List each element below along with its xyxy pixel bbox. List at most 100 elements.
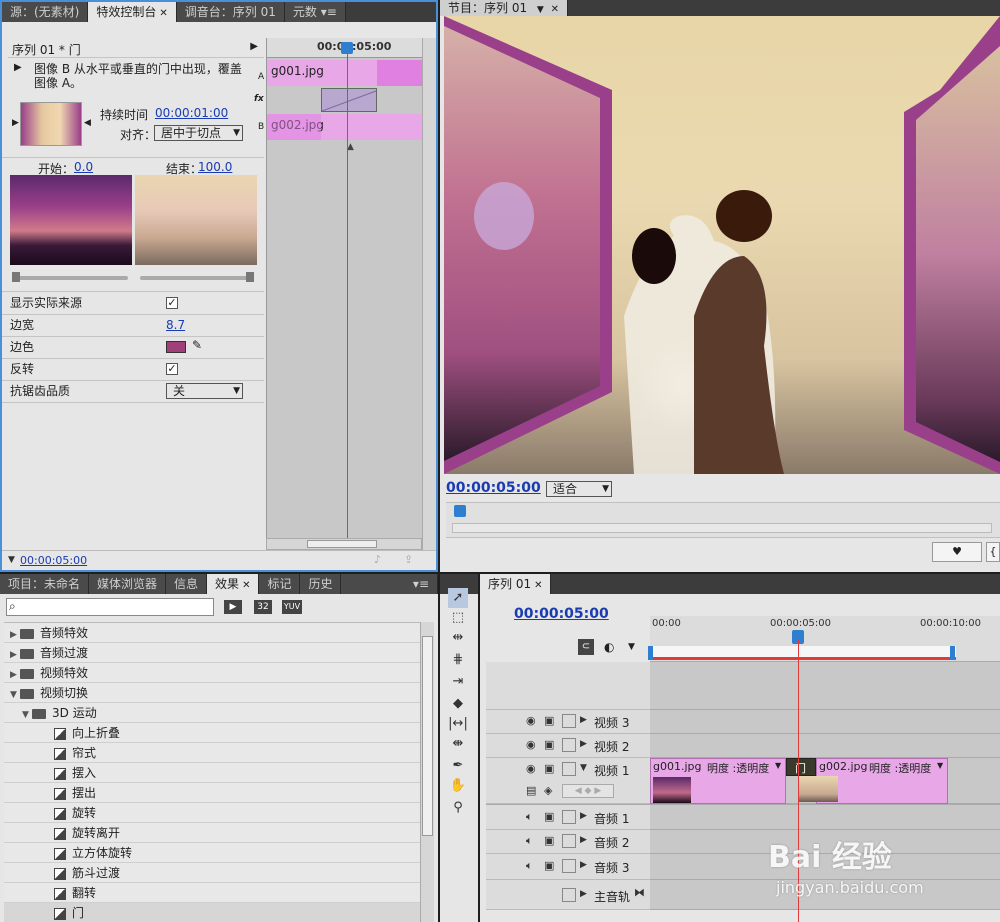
program-video-frame[interactable] [444, 16, 1000, 474]
effects-tree-item[interactable]: 摆出 [4, 783, 420, 803]
effects-tree-item[interactable]: 筋斗过渡 [4, 863, 420, 883]
program-scrub-track[interactable] [452, 523, 992, 533]
tab-program[interactable]: 节目：序列 01 ▼ ✕ [440, 0, 569, 16]
speaker-icon[interactable]: 🔈︎ [526, 834, 533, 848]
expand-track-icon[interactable]: ▶ [580, 811, 587, 821]
effects-scroll-thumb[interactable] [422, 636, 433, 836]
reverse-checkbox[interactable]: ✓ [166, 363, 178, 375]
align-dropdown[interactable]: 居中于切点 ▼ [154, 125, 243, 141]
track-header-audio2[interactable]: 🔈︎ ▣ ▶ 音频 2 [486, 830, 650, 854]
thumbnail-right-arrow[interactable]: ◀ [84, 118, 91, 128]
slide-tool-icon[interactable]: ⇼ [448, 734, 468, 754]
lock-box[interactable] [562, 738, 576, 752]
effects-tree-item[interactable]: 翻转 [4, 883, 420, 903]
mark-in-button[interactable]: { [986, 542, 1000, 562]
timeline-clip-g001[interactable]: g001.jpg 明度 :透明度 ▼ [650, 758, 786, 804]
program-scrub-bar[interactable] [446, 502, 1000, 538]
ec-playhead[interactable] [347, 44, 348, 544]
link-marker-icon[interactable]: ◐ [604, 640, 614, 654]
close-icon[interactable]: ✕ [534, 580, 542, 591]
effects-tree-item[interactable]: 摆入 [4, 763, 420, 783]
close-icon[interactable]: ✕ [551, 4, 559, 15]
chevron-down-icon[interactable]: ▼ [775, 761, 781, 770]
thumbnail-left-arrow[interactable]: ▶ [12, 118, 19, 128]
lock-box[interactable] [562, 859, 576, 873]
work-area-end[interactable] [950, 646, 955, 660]
expand-description-icon[interactable]: ▶ [14, 62, 22, 73]
track-header-video2[interactable]: ◉ ▣ ▶ 视频 2 [486, 734, 650, 758]
lock-box[interactable] [562, 714, 576, 728]
eye-icon[interactable]: ◉ [526, 762, 536, 775]
sync-lock-icon[interactable]: ▣ [544, 834, 554, 847]
effects-tree-item[interactable]: 向上折叠 [4, 723, 420, 743]
accelerated-effects-icon[interactable]: ▶ [224, 600, 242, 614]
collapse-track-icon[interactable]: ▼ [580, 763, 587, 773]
rolling-edit-tool-icon[interactable]: ⋕ [448, 650, 468, 670]
expand-icon[interactable]: ▶ [10, 665, 20, 685]
tab-history[interactable]: 历史 [300, 574, 342, 594]
track-header-video3[interactable]: ◉ ▣ ▶ 视频 3 [486, 710, 650, 734]
close-icon[interactable]: ✕ [159, 8, 167, 19]
eyedropper-icon[interactable]: ✎ [192, 338, 202, 352]
speaker-icon[interactable]: 🔈︎ [526, 810, 533, 824]
lock-box[interactable] [562, 762, 576, 776]
tab-media-browser[interactable]: 媒体浏览器 [89, 574, 167, 594]
show-actual-sources-checkbox[interactable]: ✓ [166, 297, 178, 309]
expand-track-icon[interactable]: ▶ [580, 835, 587, 845]
keyframe-nav[interactable]: ◀ ◆ ▶ [562, 784, 614, 798]
tab-sequence[interactable]: 序列 01 ✕ [480, 574, 552, 594]
panel-menu[interactable]: ▾≡ [341, 574, 438, 594]
timeline-timecode[interactable]: 00:00:05:00 [514, 606, 609, 622]
ec-playhead-handle[interactable] [341, 42, 353, 54]
collapse-icon[interactable]: ▼ [10, 685, 20, 705]
expand-track-icon[interactable]: ▶ [580, 889, 587, 899]
zoom-tool-icon[interactable]: ⚲ [448, 798, 468, 818]
lock-box[interactable] [562, 810, 576, 824]
track-select-tool-icon[interactable]: ⬚ [448, 608, 468, 628]
audio-scrub-icon[interactable]: ♪ [374, 553, 381, 566]
expand-track-icon[interactable]: ▶ [580, 860, 587, 870]
end-slider[interactable] [140, 276, 254, 280]
ec-scroll-thumb[interactable] [307, 540, 377, 548]
tab-source[interactable]: 源：(无素材) [2, 2, 89, 22]
hand-tool-icon[interactable]: ✋ [448, 776, 468, 796]
effects-vertical-scrollbar[interactable] [420, 622, 434, 922]
effects-search-input[interactable]: ⌕ [6, 598, 214, 616]
effects-tree-item[interactable]: ▶ 音频特效 [4, 623, 420, 643]
program-timecode[interactable]: 00:00:05:00 [446, 480, 541, 496]
export-icon[interactable]: ⇪ [404, 553, 413, 566]
timeline-ruler[interactable]: 00:00 00:00:05:00 00:00:10:00 [648, 616, 1000, 662]
fit-dropdown[interactable]: 适合 ▼ [546, 481, 612, 497]
effects-tree-item[interactable]: ▶ 音频过渡 [4, 643, 420, 663]
ec-transition-block[interactable] [321, 88, 377, 112]
expand-icon[interactable]: ▶ [10, 625, 20, 645]
work-area-bar[interactable] [650, 646, 956, 660]
32bit-effects-icon[interactable]: 32 [254, 600, 272, 614]
yuv-effects-icon[interactable]: YUV [282, 600, 302, 614]
panel-menu-icon[interactable]: ▾≡ [413, 577, 429, 591]
antialias-dropdown[interactable]: 关 ▼ [166, 383, 243, 399]
tab-effects[interactable]: 效果 ✕ [207, 574, 260, 594]
track-lane-video1[interactable]: g001.jpg 明度 :透明度 ▼ 门 g002.jpg 明度 :透明度 ▼ [650, 758, 1000, 804]
end-value[interactable]: 100.0 [198, 160, 232, 174]
add-marker-icon[interactable]: ▼ [628, 642, 635, 652]
tab-effect-controls[interactable]: 特效控制台 ✕ [88, 2, 177, 22]
add-marker-button[interactable]: ♥ [932, 542, 982, 562]
sync-lock-icon[interactable]: ▣ [544, 810, 554, 823]
track-header-master[interactable]: ▶ 主音轨 ⧓ [486, 880, 650, 910]
lock-box[interactable] [562, 834, 576, 848]
chevron-down-icon[interactable]: ▼ [937, 761, 943, 770]
program-playhead-handle[interactable] [454, 505, 466, 517]
timeline-transition-door[interactable]: 门 [786, 758, 816, 776]
effects-tree-item[interactable]: 立方体旋转 [4, 843, 420, 863]
ec-footer-timecode[interactable]: 00:00:05:00 [20, 554, 87, 567]
master-output-icon[interactable]: ⧓ [634, 886, 645, 899]
effects-tree-item[interactable]: ▶ 视频特效 [4, 663, 420, 683]
effects-tree-item[interactable]: 旋转离开 [4, 823, 420, 843]
lock-box[interactable] [562, 888, 576, 902]
tab-metadata[interactable]: 元数 ▾≡ [284, 2, 346, 22]
close-icon[interactable]: ✕ [242, 580, 250, 591]
duration-value[interactable]: 00:00:01:00 [155, 106, 228, 120]
end-slider-handle[interactable] [246, 272, 254, 282]
play-transition-icon[interactable]: ▶ [250, 41, 258, 52]
